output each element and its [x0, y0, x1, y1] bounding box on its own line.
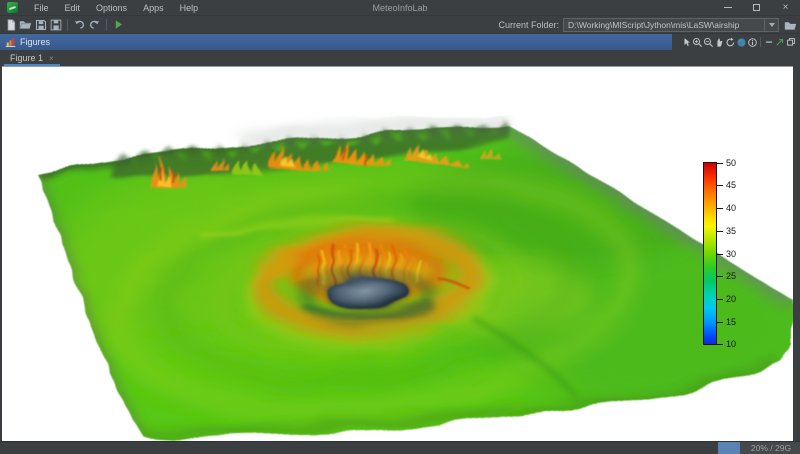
globe-icon: [737, 37, 746, 47]
tab-label: Figure 1: [10, 53, 44, 63]
app-logo-icon: [7, 2, 18, 13]
close-icon: ×: [782, 1, 789, 13]
tab-figure-1[interactable]: Figure 1 ×: [4, 50, 60, 66]
titlebar: File Edit Options Apps Help MeteoInfoLab…: [0, 0, 800, 16]
zoom-out-icon: [703, 37, 714, 47]
select-tool-button[interactable]: [681, 35, 692, 49]
menubar: File Edit Options Apps Help: [26, 0, 206, 15]
figures-panel-titlebar: Figures: [0, 34, 672, 50]
zoom-in-tool-button[interactable]: [692, 35, 703, 49]
current-folder-dropdown-button[interactable]: [764, 19, 778, 31]
colorbar-legend: 50 45 40 35 30 25 20 15 10: [703, 158, 743, 348]
pan-tool-button[interactable]: [714, 35, 725, 49]
statusbar: 20% / 29G: [0, 441, 800, 454]
info-icon: [748, 37, 757, 47]
minimize-icon: [723, 7, 732, 8]
toolbar-separator: [106, 18, 107, 31]
hide-panel-button[interactable]: [763, 35, 774, 49]
save-icon: [35, 19, 46, 30]
redo-icon: [89, 20, 99, 29]
rotate-icon: [726, 37, 735, 46]
current-folder-combobox[interactable]: D:\Working\MIScript\Jython\mis\LaSW\airs…: [563, 18, 779, 32]
figure-canvas[interactable]: 50 45 40 35 30 25 20 15 10: [2, 66, 793, 441]
toolbar-separator: [67, 18, 68, 31]
float-panel-button[interactable]: [774, 35, 785, 49]
toolbar-separator: [760, 37, 761, 47]
chevron-down-icon: [768, 23, 775, 27]
rotate-tool-button[interactable]: [725, 35, 736, 49]
figure-toolbar: [672, 34, 800, 50]
run-icon: [115, 20, 122, 29]
tab-close-button[interactable]: ×: [49, 54, 54, 63]
identify-tool-button[interactable]: [747, 35, 758, 49]
memory-usage-text: 20% / 29G: [750, 443, 792, 453]
figure-tabbar: Figure 1 ×: [0, 50, 800, 66]
menu-options[interactable]: Options: [88, 0, 135, 16]
menu-file[interactable]: File: [26, 0, 57, 16]
new-script-button[interactable]: [3, 17, 18, 33]
maximize-window-button[interactable]: [742, 0, 771, 15]
main-toolbar: Current Folder: D:\Working\MIScript\Jyth…: [0, 16, 800, 34]
open-folder-icon: [19, 21, 32, 29]
open-file-button[interactable]: [18, 17, 33, 33]
browse-folder-button[interactable]: [782, 17, 798, 33]
zoom-out-tool-button[interactable]: [703, 35, 714, 49]
figures-panel-title: Figures: [20, 37, 51, 47]
hand-icon: [717, 37, 723, 47]
meteoinfolab-window: File Edit Options Apps Help MeteoInfoLab…: [0, 0, 800, 454]
save-as-button[interactable]: [48, 17, 63, 33]
current-folder-value: D:\Working\MIScript\Jython\mis\LaSW\airs…: [568, 20, 740, 30]
figures-panel-header: Figures: [0, 34, 800, 50]
float-arrow-icon: [775, 38, 783, 46]
save-as-icon: [50, 19, 61, 30]
redo-button[interactable]: [87, 17, 102, 33]
hurricane-volume-rendering: [37, 120, 792, 438]
memory-usage-fill: [718, 442, 740, 454]
dock-panel-button[interactable]: [785, 35, 796, 49]
pointer-arrow-icon: [684, 37, 690, 46]
new-document-icon: [7, 18, 15, 31]
full-extent-button[interactable]: [736, 35, 747, 49]
menu-edit[interactable]: Edit: [57, 0, 89, 16]
canvas-row: 50 45 40 35 30 25 20 15 10: [0, 66, 800, 441]
colorbar-gradient: [703, 162, 717, 345]
undo-icon: [75, 20, 85, 29]
menu-help[interactable]: Help: [172, 0, 207, 16]
maximize-icon: [753, 4, 760, 11]
bar-chart-icon: [5, 37, 16, 47]
close-window-button[interactable]: ×: [771, 0, 800, 15]
run-script-button[interactable]: [111, 17, 126, 33]
undo-button[interactable]: [72, 17, 87, 33]
folder-icon: [784, 21, 796, 30]
menu-apps[interactable]: Apps: [135, 0, 172, 16]
zoom-in-icon: [692, 37, 703, 47]
minus-icon: [765, 41, 772, 43]
memory-indicator[interactable]: 20% / 29G: [718, 442, 800, 454]
minimize-window-button[interactable]: [713, 0, 742, 15]
save-button[interactable]: [33, 17, 48, 33]
current-folder-label: Current Folder:: [498, 20, 559, 30]
dock-icon: [786, 38, 795, 46]
